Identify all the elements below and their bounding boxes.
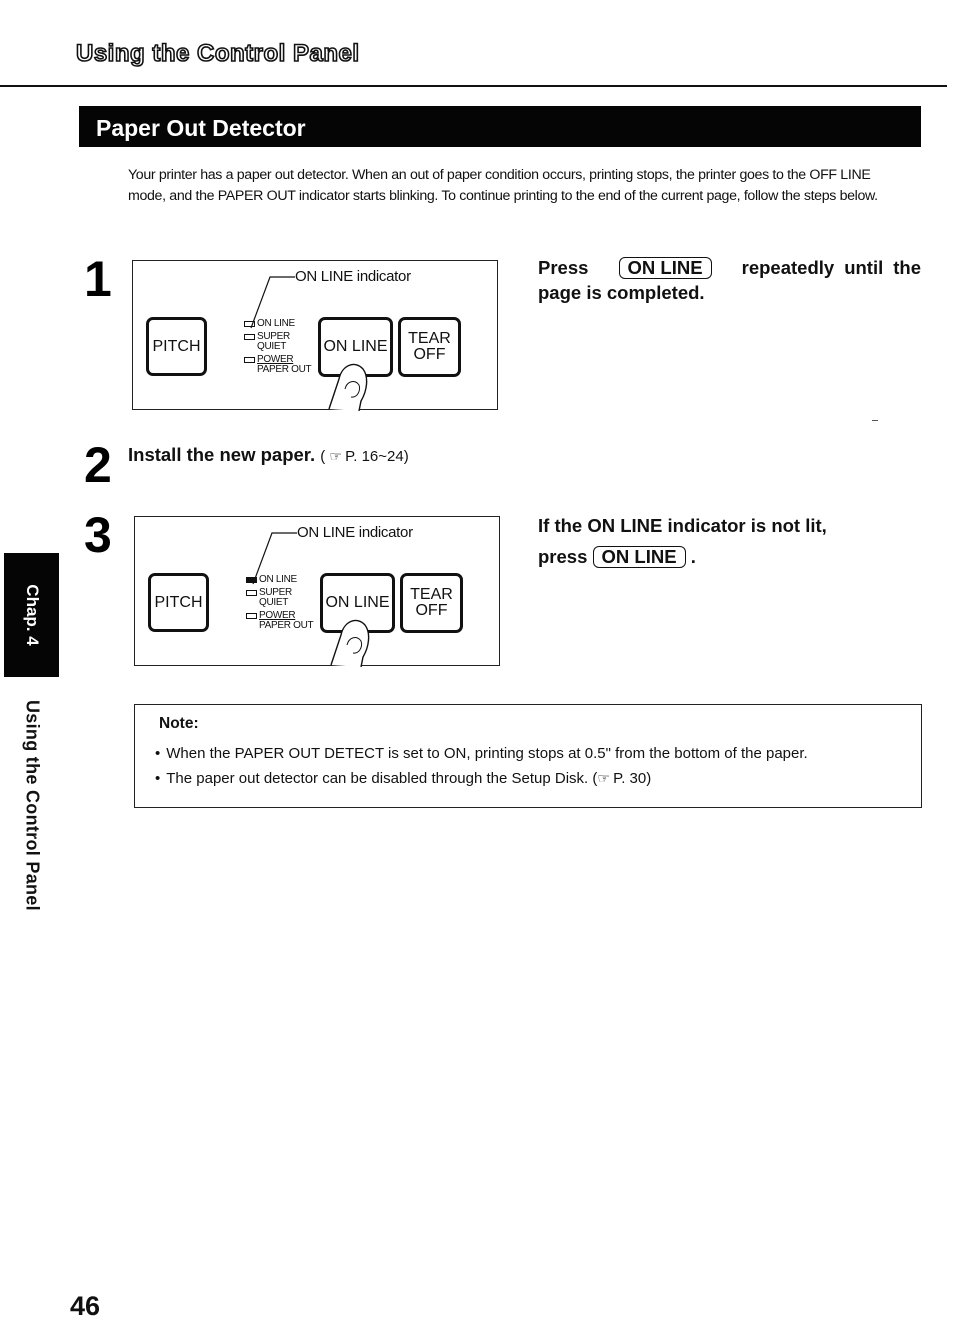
led-power-paper-out: POWER PAPER OUT [246, 611, 314, 631]
online-button-label: ON LINE [325, 594, 390, 611]
chapter-side-tab: Chap. 4 [4, 553, 59, 677]
reference-page: P. 16~24) [345, 448, 409, 465]
tear-off-button: TEAR OFF [400, 573, 463, 633]
chapter-tab-label: Chap. 4 [22, 584, 42, 646]
instruction-text: Press [538, 257, 589, 278]
led-super-quiet: SUPER QUIET [246, 588, 313, 608]
instruction-text: . [690, 546, 696, 567]
pointing-hand-icon: ☞ [597, 770, 610, 786]
stray-mark [872, 420, 878, 421]
online-key-reference: ON LINE [618, 257, 712, 279]
instruction-text: If the ON LINE indicator is not lit, [538, 515, 827, 536]
step-1-instruction: Press ON LINE repeatedly until the page … [538, 255, 921, 305]
online-button-label: ON LINE [323, 338, 388, 355]
led-indicators: ON LINE SUPER QUIET POWER PAPER OUT [246, 575, 314, 634]
step-2-number: 2 [84, 437, 112, 493]
led-power-label: POWER PAPER OUT [259, 611, 314, 631]
page-number: 46 [70, 1291, 101, 1321]
led-super-quiet-label: SUPER QUIET [259, 588, 292, 608]
pitch-button: PITCH [148, 573, 209, 632]
tear-label-line: TEAR [410, 586, 453, 603]
led-power-paper-out: POWER PAPER OUT [244, 355, 312, 375]
tear-off-label: TEAR OFF [410, 587, 453, 619]
online-button: ON LINE [320, 573, 395, 633]
instruction-text: Install the new paper. [128, 444, 316, 465]
step-1-number: 1 [84, 251, 112, 307]
led-online-label: ON LINE [257, 318, 295, 329]
step-3-instruction: If the ON LINE indicator is not lit, pre… [538, 510, 918, 572]
led-online-light-lit [246, 577, 257, 583]
side-chapter-title: Using the Control Panel [22, 700, 43, 911]
led-label-line: PAPER OUT [257, 364, 312, 375]
tear-off-label: TEAR OFF [408, 331, 451, 363]
pitch-button-label: PITCH [154, 593, 203, 611]
led-super-quiet-light [244, 334, 255, 340]
pitch-button: PITCH [146, 317, 207, 376]
led-power-label: POWER PAPER OUT [257, 355, 312, 375]
led-label-line: PAPER OUT [259, 620, 314, 631]
note-title: Note: [159, 715, 199, 732]
step-3-number: 3 [84, 507, 112, 563]
online-indicator-label: ON LINE indicator [295, 268, 411, 285]
reference-page: P. 30) [613, 770, 652, 787]
led-online: ON LINE [246, 575, 313, 585]
step-3-control-panel-illustration: ON LINE indicator PITCH ON LINE SUPER QU… [134, 516, 500, 667]
online-button: ON LINE [318, 317, 393, 377]
reference-paren: ( [320, 448, 326, 465]
section-title: Paper Out Detector [96, 115, 306, 141]
intro-paragraph: Your printer has a paper out detector. W… [128, 167, 878, 204]
led-online-label: ON LINE [259, 574, 297, 585]
tear-label-line: TEAR [408, 330, 451, 347]
tear-label-line: OFF [413, 346, 446, 363]
online-key-reference: ON LINE [592, 546, 686, 568]
led-super-quiet-label: SUPER QUIET [257, 332, 290, 352]
led-power-light [246, 613, 257, 619]
led-online-light [244, 321, 255, 327]
led-super-quiet: SUPER QUIET [244, 332, 311, 352]
led-power-light [244, 357, 255, 363]
note-box: Note: When the PAPER OUT DETECT is set t… [134, 704, 922, 808]
header-rule [0, 85, 947, 87]
note-list: When the PAPER OUT DETECT is set to ON, … [155, 742, 808, 791]
note-item: When the PAPER OUT DETECT is set to ON, … [155, 742, 807, 766]
note-item-text: The paper out detector can be disabled t… [166, 770, 589, 787]
tear-label-line: OFF [415, 602, 448, 619]
led-indicators: ON LINE SUPER QUIET POWER PAPER OUT [244, 319, 312, 378]
step-1-control-panel-illustration: ON LINE indicator PITCH ON LINE SUPER QU… [132, 260, 498, 411]
section-title-bar: Paper Out Detector [79, 106, 921, 147]
tear-off-button: TEAR OFF [398, 317, 461, 377]
led-label-line: QUIET [259, 597, 289, 608]
led-online: ON LINE [244, 319, 311, 329]
pitch-button-label: PITCH [152, 337, 201, 355]
led-label-line: QUIET [257, 341, 287, 352]
page-reference: ( ☞ P. 16~24) [320, 448, 408, 465]
note-item: The paper out detector can be disabled t… [155, 766, 808, 791]
instruction-line-2: press ON LINE . [538, 541, 918, 572]
instruction-text: press [538, 546, 588, 567]
chapter-header-title: Using the Control Panel [75, 39, 360, 68]
pointing-hand-icon: ☞ [329, 448, 342, 464]
step-2-instruction: Install the new paper. ( ☞ P. 16~24) [128, 444, 409, 466]
online-indicator-label: ON LINE indicator [297, 524, 413, 541]
led-super-quiet-light [246, 590, 257, 596]
instruction-text: repeatedly until the page is completed. [538, 257, 922, 303]
